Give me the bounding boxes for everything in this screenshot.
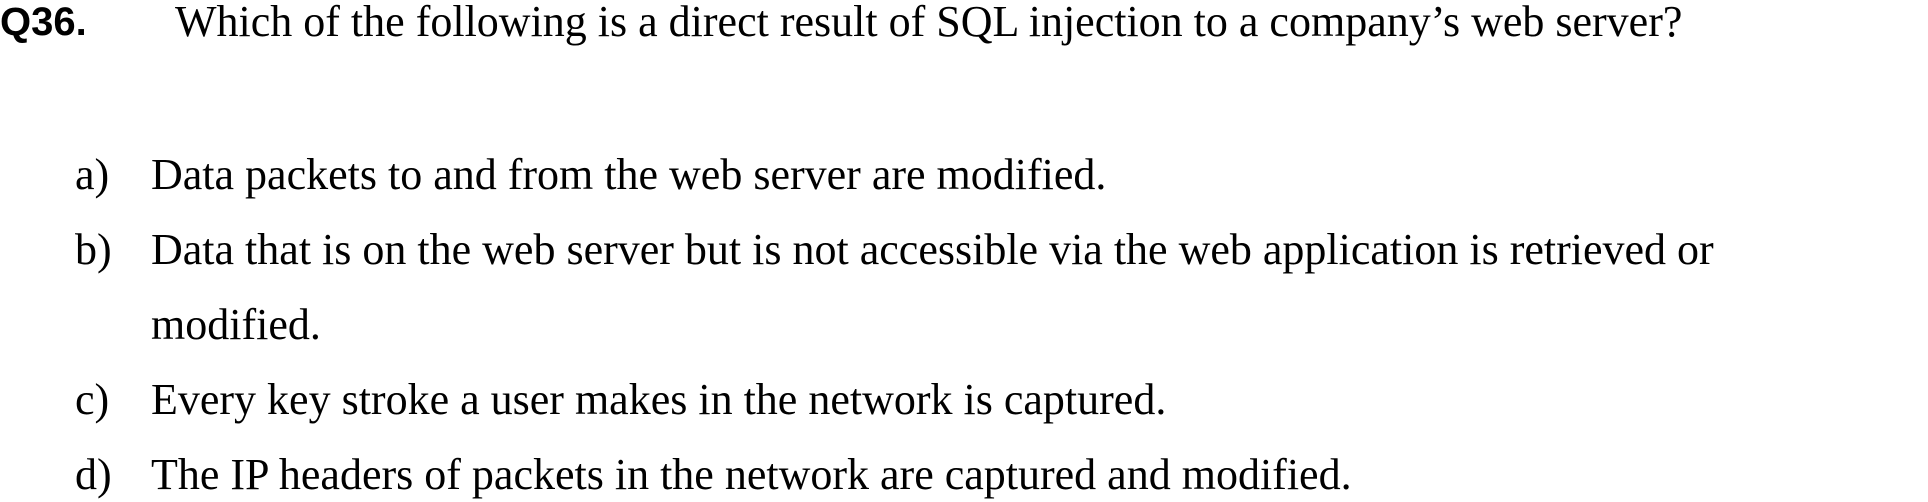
question-text: Which of the following is a direct resul…: [175, 0, 1683, 46]
option-b-text-line2: modified.: [151, 300, 321, 349]
option-d-letter: d): [75, 450, 112, 499]
option-b-text-line1: Data that is on the web server but is no…: [151, 225, 1714, 274]
option-a-text: Data packets to and from the web server …: [151, 150, 1107, 199]
option-d-text: The IP headers of packets in the network…: [151, 450, 1352, 499]
option-c-letter: c): [75, 375, 110, 424]
question-header: Q36. Which of the following is a direct …: [0, 0, 1928, 60]
option-b-letter: b): [75, 225, 112, 274]
option-a-letter: a): [75, 150, 110, 199]
question-number: Q36.: [0, 0, 87, 44]
option-c-text: Every key stroke a user makes in the net…: [151, 375, 1167, 424]
